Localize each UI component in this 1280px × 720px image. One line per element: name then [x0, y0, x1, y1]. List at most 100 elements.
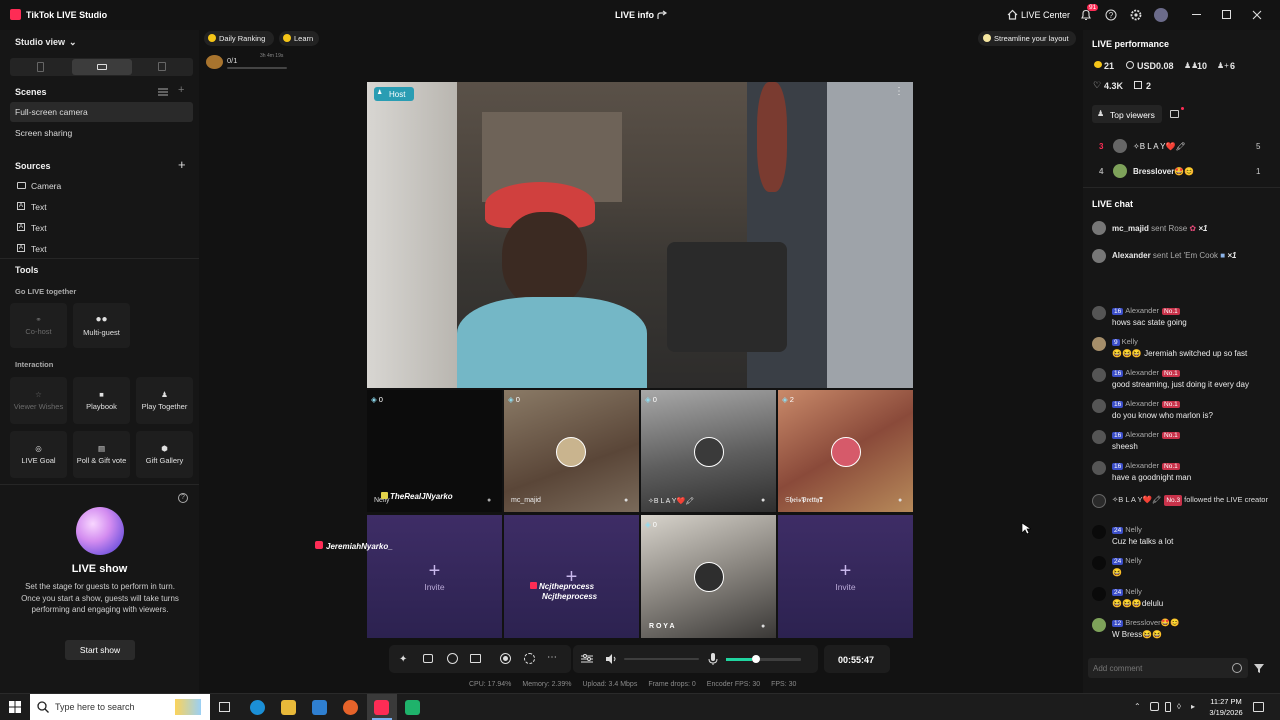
add-scene-icon[interactable]: + [178, 84, 184, 96]
tray-date[interactable]: 3/19/2026 [1207, 708, 1245, 717]
list-icon[interactable] [158, 88, 168, 96]
record-icon[interactable] [500, 653, 511, 664]
viewer-score: 5 [1256, 142, 1261, 151]
layout-icon[interactable] [470, 654, 481, 663]
live-show-title: LIVE show [71, 563, 128, 575]
multi-guest-button[interactable]: ●● Multi-guest [73, 303, 130, 348]
gift-sender: Alexander [1112, 251, 1151, 260]
mic-muted-icon[interactable]: ● [898, 497, 902, 504]
firefox-icon[interactable] [343, 700, 358, 715]
help-icon[interactable]: ? [178, 493, 188, 503]
rank-badge: No.1 [1162, 432, 1180, 439]
leaderboard-icon[interactable] [1170, 110, 1179, 118]
play-together-label: Play Together [141, 402, 188, 411]
chat-username: Alexander [1125, 461, 1160, 470]
more-options-icon[interactable]: ⋮ [894, 86, 904, 97]
scene-screen-sharing[interactable]: Screen sharing [15, 128, 72, 138]
playbook-button[interactable]: ■ Playbook [73, 377, 130, 424]
more-icon[interactable]: ⋯ [547, 652, 557, 663]
filter-icon[interactable] [1254, 664, 1264, 673]
portrait-icon[interactable] [37, 62, 44, 72]
plus-icon: + [839, 559, 852, 582]
notification-center-icon[interactable] [1253, 702, 1264, 712]
source-text[interactable]: Text [31, 244, 47, 254]
add-source-icon[interactable]: + [178, 157, 186, 172]
host-video[interactable] [367, 82, 913, 388]
chevron-down-icon: ⌄ [69, 37, 77, 47]
minimize-icon[interactable] [1192, 14, 1201, 15]
wifi-icon[interactable]: ◊ [1177, 702, 1181, 711]
close-icon[interactable] [1252, 10, 1262, 20]
invite-slot[interactable]: + [504, 515, 639, 638]
mic-muted-icon[interactable]: ● [761, 497, 765, 504]
poll-gift-vote-button[interactable]: ▤ Poll & Gift vote [73, 431, 130, 478]
live-info-link[interactable]: LIVE info [615, 10, 654, 20]
studio-view-dropdown[interactable]: Studio view ⌄ [15, 37, 77, 48]
comment-placeholder: Add comment [1093, 664, 1143, 673]
rank-number: 4 [1099, 167, 1104, 176]
live-goal-button[interactable]: ◎ LIVE Goal [10, 431, 67, 478]
profile-avatar[interactable] [1154, 8, 1168, 22]
overlay-username: JeremiahNyarko_ [326, 542, 393, 551]
chat-username: Nelly [1125, 525, 1142, 534]
tray-icon[interactable] [1150, 702, 1159, 711]
gifts-count: 2 [1146, 81, 1152, 91]
app-icon[interactable] [405, 700, 420, 715]
windows-start-icon[interactable] [9, 701, 21, 713]
speaker-icon[interactable] [605, 654, 617, 664]
poll-icon: ▤ [97, 444, 106, 453]
emoji-icon[interactable] [1232, 663, 1242, 673]
replay-icon[interactable] [524, 653, 535, 664]
viewer-wishes-label: Viewer Wishes [13, 402, 64, 411]
tiktok-overlay-icon [315, 541, 323, 549]
microphone-icon[interactable] [708, 653, 718, 665]
mic-muted-icon[interactable]: ● [761, 623, 765, 630]
diamond-icon: ◈ [508, 395, 514, 404]
level-badge: 24 [1112, 558, 1124, 565]
battery-icon[interactable] [1165, 702, 1171, 712]
beauty-icon[interactable] [447, 653, 458, 664]
guest-name: mc_majid [511, 497, 541, 504]
home-icon[interactable] [1007, 9, 1018, 20]
disco-ball-icon [76, 507, 124, 555]
co-host-button[interactable]: ⚭ Co-host [10, 303, 67, 348]
start-show-button[interactable]: Start show [65, 640, 135, 660]
volume-icon[interactable]: ▸ [1191, 702, 1195, 711]
tray-time[interactable]: 11:27 PM [1209, 697, 1243, 706]
file-explorer-icon[interactable] [281, 700, 296, 715]
mic-muted-icon[interactable]: ● [624, 497, 628, 504]
maximize-icon[interactable] [1222, 10, 1231, 19]
store-icon[interactable] [312, 700, 327, 715]
source-text[interactable]: Text [31, 202, 47, 212]
source-text[interactable]: Text [31, 223, 47, 233]
mic-muted-icon[interactable]: ● [487, 497, 491, 504]
chat-username: ✧B L A Y❤️🖍 [1112, 495, 1162, 504]
gift-icon [1134, 81, 1142, 89]
volume-slider[interactable] [624, 658, 699, 660]
invite-slot[interactable]: + Invite [367, 515, 502, 638]
magic-wand-icon[interactable]: ✦ [399, 654, 407, 665]
invite-slot[interactable]: + Invite [778, 515, 913, 638]
task-view-icon[interactable] [219, 702, 230, 712]
help-icon[interactable]: ? [1105, 9, 1117, 21]
dual-icon[interactable] [158, 62, 166, 71]
chevron-up-icon[interactable]: ⌃ [1134, 702, 1141, 711]
mic-level-slider[interactable] [726, 658, 801, 661]
source-camera[interactable]: Camera [31, 181, 61, 191]
chat-username: Nelly [1125, 587, 1142, 596]
gift-gallery-button[interactable]: ⬢ Gift Gallery [136, 431, 193, 478]
taskbar-search-placeholder: Type here to search [55, 702, 135, 712]
edge-icon[interactable] [250, 700, 265, 715]
mic-slider-thumb[interactable] [752, 655, 760, 663]
share-icon[interactable] [657, 10, 668, 20]
effects-icon[interactable] [423, 654, 433, 663]
sliders-icon[interactable] [581, 654, 593, 664]
live-center-link[interactable]: LIVE Center [1021, 10, 1070, 20]
scene-full-screen-camera[interactable]: Full-screen camera [15, 107, 88, 117]
play-together-button[interactable]: ♟ Play Together [136, 377, 193, 424]
goal-timer: 3h 4m 19s [260, 53, 284, 59]
settings-icon[interactable] [1130, 9, 1142, 21]
gift-sender: mc_majid [1112, 224, 1149, 233]
gift-text: sent Rose [1151, 224, 1188, 233]
viewer-wishes-button[interactable]: ☆ Viewer Wishes [10, 377, 67, 424]
